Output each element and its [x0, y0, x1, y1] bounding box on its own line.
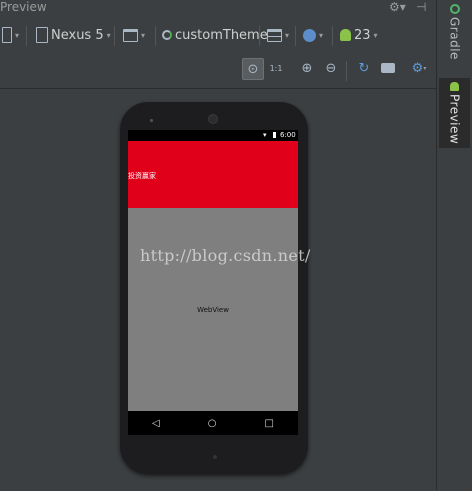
android-icon [340, 29, 351, 41]
toolbar-divider [346, 61, 347, 81]
wifi-icon: ▾ [263, 131, 267, 139]
zoom-fit-button[interactable]: 1:1 [266, 58, 286, 78]
chevron-down-icon: ▾ [319, 30, 324, 40]
orientation-selector[interactable]: ▾ [2, 22, 19, 48]
zoom-out-button[interactable]: ⊖ [321, 58, 341, 78]
options-button[interactable]: ⚙ ▾ [409, 58, 429, 78]
api-level: 23 [354, 27, 371, 43]
toolbar-divider [114, 26, 115, 46]
zoom-in-button[interactable]: ⊕ [297, 58, 317, 78]
theme-icon [162, 30, 172, 40]
theme-name: customTheme [175, 27, 268, 43]
recents-icon[interactable]: □ [265, 418, 274, 429]
webview-placeholder: WebView [197, 306, 229, 314]
chevron-down-icon: ▾ [141, 30, 146, 40]
camera-icon [381, 63, 395, 73]
status-bar: ▾ 6:00 [128, 130, 298, 141]
bottom-speaker [213, 455, 217, 459]
settings-gear-icon[interactable]: ⚙▾ [389, 0, 406, 14]
layout-mode-selector[interactable]: ▾ [123, 22, 145, 48]
chevron-down-icon: ▾ [285, 30, 290, 40]
tool-window-strip: Gradle Preview [437, 0, 472, 490]
toolbar-divider [26, 26, 27, 46]
screenshot-button[interactable] [378, 58, 398, 78]
theme-selector[interactable]: customTheme [162, 22, 268, 48]
preview-toolbar-primary: ▾ Nexus 5 ▾ ▾ customTheme ▾ ▾ 23 ▾ [0, 22, 436, 52]
globe-icon [303, 28, 316, 42]
battery-icon [273, 132, 276, 138]
phone-icon [36, 27, 48, 43]
preview-header: Preview ⚙▾ ⊣ [0, 0, 436, 16]
navigation-bar: ◁ ○ □ [128, 411, 298, 435]
zoom-out-icon: ⊖ [325, 60, 337, 76]
device-screen: ▾ 6:00 投资赢家 WebView ◁ ○ □ [128, 130, 298, 435]
refresh-icon: ↻ [358, 60, 370, 76]
activity-selector[interactable]: ▾ [267, 22, 289, 48]
chevron-down-icon: ▾ [373, 30, 378, 40]
watermark-text: http://blog.csdn.net/ [140, 246, 311, 265]
front-sensor [150, 119, 153, 122]
gear-icon: ⚙ [411, 60, 424, 76]
gradle-icon [449, 4, 460, 14]
device-selector[interactable]: Nexus 5 ▾ [36, 22, 111, 48]
toolbar-divider [259, 26, 260, 46]
chevron-down-icon: ▾ [106, 30, 111, 40]
app-title: 投资赢家 [128, 172, 156, 180]
device-name: Nexus 5 [51, 27, 104, 43]
action-bar: 投资赢家 [128, 141, 298, 208]
front-camera [208, 114, 218, 124]
hide-panel-icon[interactable]: ⊣ [416, 0, 426, 14]
zoom-in-icon: ⊕ [301, 60, 313, 76]
back-icon[interactable]: ◁ [152, 418, 160, 429]
refresh-button[interactable]: ↻ [354, 58, 374, 78]
zoom-actual-button[interactable]: ⊙ [242, 58, 264, 80]
toolbar-divider [295, 26, 296, 46]
chevron-down-icon: ▾ [15, 30, 20, 40]
preview-tab-label: Preview [447, 94, 462, 145]
device-frame: ▾ 6:00 投资赢家 WebView ◁ ○ □ [120, 102, 308, 474]
gradle-tab[interactable]: Gradle [439, 4, 470, 68]
device-orientation-icon [2, 27, 12, 43]
toolbar-divider [332, 26, 333, 46]
toolbar-divider [155, 26, 156, 46]
home-icon[interactable]: ○ [208, 418, 217, 429]
zoom-actual-icon: ⊙ [247, 61, 259, 77]
preview-tab[interactable]: Preview [439, 78, 470, 148]
locale-selector[interactable]: ▾ [303, 22, 323, 48]
activity-layout-icon [267, 28, 282, 42]
panel-title: Preview [0, 0, 47, 14]
gradle-tab-label: Gradle [447, 17, 462, 60]
chevron-down-icon: ▾ [423, 64, 427, 72]
preview-toolbar-zoom: ⊙ 1:1 ⊕ ⊖ ↻ ⚙ ▾ [0, 55, 436, 85]
status-time: 6:00 [280, 131, 296, 139]
api-level-selector[interactable]: 23 ▾ [340, 22, 378, 48]
window-frame-icon [123, 28, 138, 42]
android-icon [450, 82, 459, 91]
zoom-fit-icon: 1:1 [269, 63, 283, 73]
